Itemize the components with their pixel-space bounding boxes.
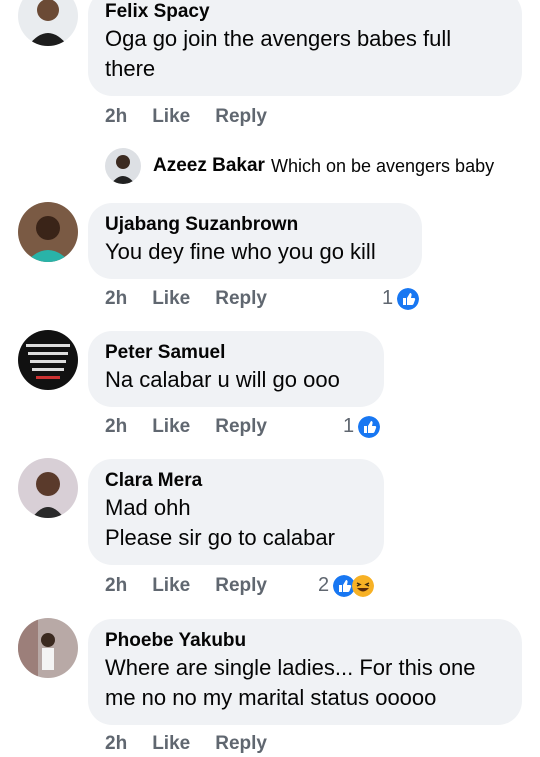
reaction-count: 1	[343, 415, 355, 437]
comment-actions: 2h Like Reply	[105, 731, 292, 757]
reaction-summary[interactable]: 1	[382, 287, 420, 310]
reaction-count: 1	[382, 287, 394, 309]
comment-text: Mad ohh	[105, 495, 191, 520]
comment-text: Please sir go to calabar	[105, 525, 335, 550]
comment-author[interactable]: Ujabang Suzanbrown	[105, 213, 404, 237]
comment-text: Where are single ladies... For this one	[105, 655, 476, 680]
laughing-face-icon	[352, 574, 375, 597]
comment-bubble: Peter Samuel Na calabar u will go ooo	[88, 331, 384, 407]
avatar[interactable]	[18, 0, 78, 46]
comment-text: me no no my marital status ooooo	[105, 685, 437, 710]
comment-bubble: Ujabang Suzanbrown You dey fine who you …	[88, 203, 422, 279]
comment-actions: 2h Like Reply	[105, 414, 292, 440]
timestamp[interactable]: 2h	[105, 106, 127, 128]
avatar[interactable]	[18, 330, 78, 390]
comment-text: there	[105, 56, 156, 81]
reaction-summary[interactable]: 1	[343, 415, 381, 438]
reply-preview[interactable]: Azeez Bakar Which on be avengers baby	[105, 148, 494, 184]
like-button[interactable]: Like	[152, 416, 190, 438]
reaction-count: 2	[318, 574, 330, 596]
comment-bubble: Felix Spacy Oga go join the avengers bab…	[88, 0, 522, 96]
comment-text: Na calabar u will go ooo	[105, 367, 340, 392]
comment-text: Oga go join the avengers babes full	[105, 26, 452, 51]
reply-button[interactable]: Reply	[215, 575, 267, 597]
avatar[interactable]	[18, 618, 78, 678]
reply-author[interactable]: Azeez Bakar	[153, 155, 265, 177]
comment-bubble: Phoebe Yakubu Where are single ladies...…	[88, 619, 522, 725]
comment-author[interactable]: Felix Spacy	[105, 0, 504, 24]
avatar[interactable]	[18, 202, 78, 262]
comment-actions: 2h Like Reply	[105, 573, 292, 599]
reply-text: Which on be avengers baby	[270, 155, 495, 176]
reply-button[interactable]: Reply	[215, 416, 267, 438]
thumbs-up-icon	[397, 287, 420, 310]
like-button[interactable]: Like	[152, 106, 190, 128]
comment-actions: 2h Like Reply	[105, 104, 292, 130]
avatar[interactable]	[18, 458, 78, 518]
timestamp[interactable]: 2h	[105, 288, 127, 310]
like-button[interactable]: Like	[152, 575, 190, 597]
comment-author[interactable]: Clara Mera	[105, 469, 366, 493]
comment-author[interactable]: Peter Samuel	[105, 341, 366, 365]
reply-button[interactable]: Reply	[215, 288, 267, 310]
comment-bubble: Clara Mera Mad ohh Please sir go to cala…	[88, 459, 384, 565]
timestamp[interactable]: 2h	[105, 733, 127, 755]
comment-text: You dey fine who you go kill	[105, 239, 376, 264]
timestamp[interactable]: 2h	[105, 416, 127, 438]
reaction-summary[interactable]: 2	[318, 574, 375, 597]
comment-author[interactable]: Phoebe Yakubu	[105, 629, 504, 653]
thumbs-up-icon	[358, 415, 381, 438]
like-button[interactable]: Like	[152, 733, 190, 755]
like-button[interactable]: Like	[152, 288, 190, 310]
reply-button[interactable]: Reply	[215, 106, 267, 128]
timestamp[interactable]: 2h	[105, 575, 127, 597]
comment-actions: 2h Like Reply	[105, 286, 292, 312]
avatar[interactable]	[105, 148, 141, 184]
reply-button[interactable]: Reply	[215, 733, 267, 755]
